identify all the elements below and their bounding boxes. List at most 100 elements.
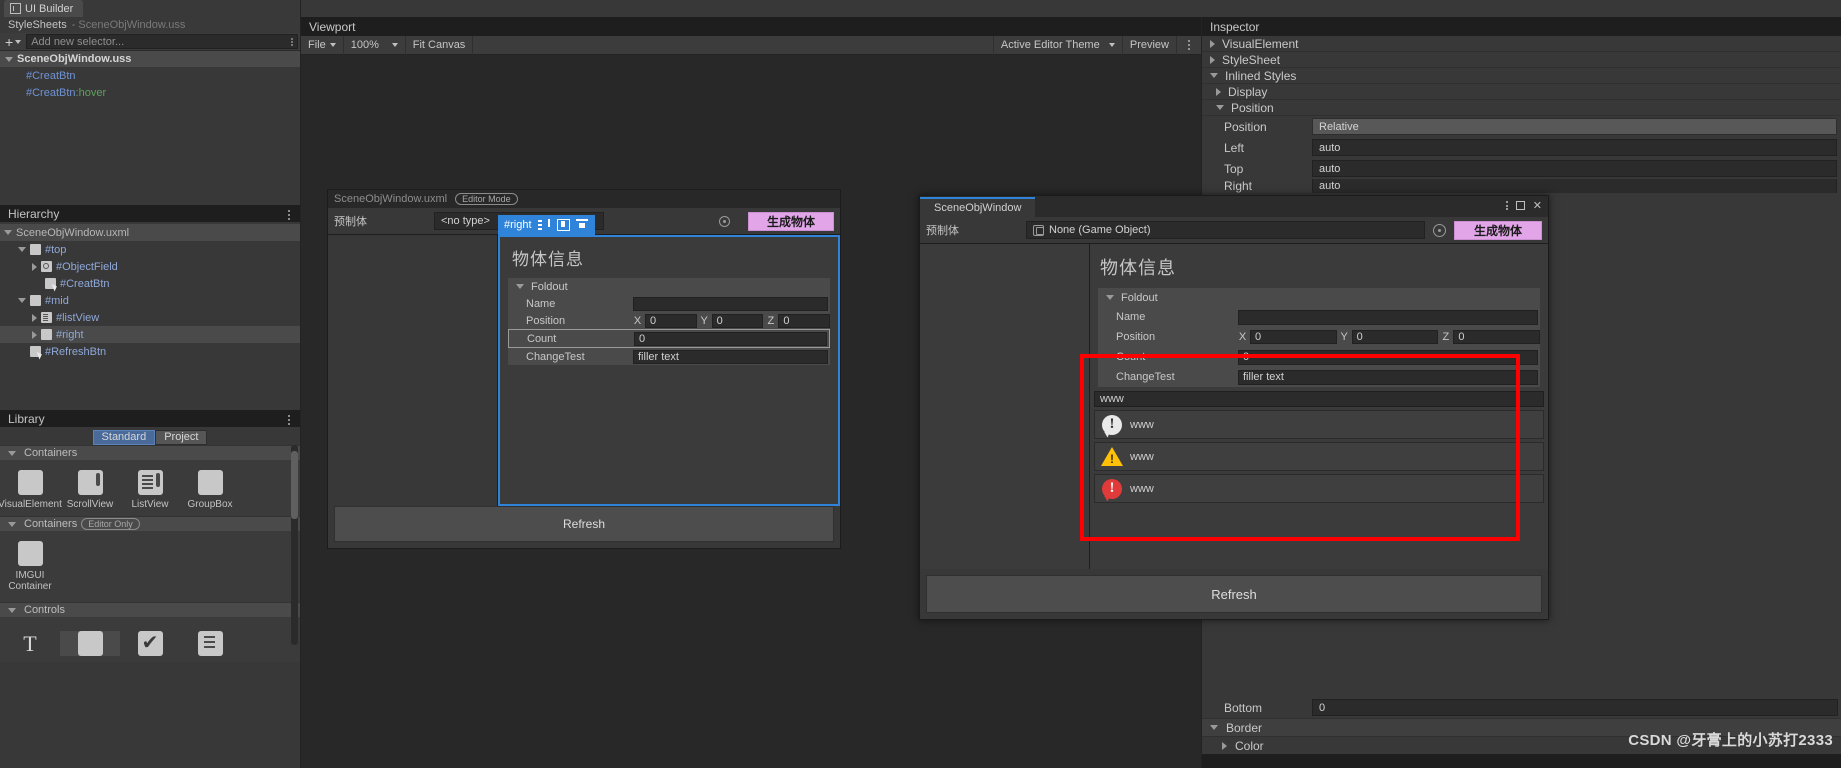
hierarchy-row-listview[interactable]: #listView	[0, 309, 300, 326]
library-item-visualelement[interactable]: VisualElement	[0, 470, 62, 510]
library-item-scrollview[interactable]: ScrollView	[60, 470, 120, 510]
add-new-selector-input[interactable]: Add new selector...	[26, 34, 298, 49]
object-picker-icon[interactable]	[719, 215, 730, 227]
chevron-down-icon	[15, 39, 22, 44]
canvas-count-input[interactable]: 0	[634, 331, 827, 346]
maximize-icon[interactable]	[1515, 201, 1525, 210]
chevron-down-icon[interactable]	[4, 230, 12, 235]
list-view-icon	[137, 470, 163, 495]
stylesheet-root-row[interactable]: SceneObjWindow.uss	[0, 51, 300, 67]
game-object-icon	[1033, 224, 1044, 236]
inspector-prop-top-input[interactable]: auto	[1312, 160, 1837, 177]
library-item-button[interactable]	[60, 631, 120, 656]
canvas-row-changetest: ChangeTest filler text	[508, 348, 830, 365]
inspector-section-stylesheet[interactable]: StyleSheet	[1202, 52, 1841, 68]
hierarchy-row-objectfield[interactable]: #ObjectField	[0, 258, 300, 275]
close-icon[interactable]: ✕	[1533, 199, 1542, 212]
add-stylesheet-button[interactable]: +	[2, 34, 24, 49]
inspector-section-visualelement[interactable]: VisualElement	[1202, 36, 1841, 52]
align-icon[interactable]	[556, 219, 570, 231]
canvas-foldout-label: Foldout	[531, 280, 568, 293]
sceneobj-position-x-input[interactable]: 0	[1250, 330, 1337, 344]
sceneobj-refresh-label: Refresh	[1211, 586, 1257, 602]
sceneobj-changetest-input[interactable]: filler text	[1238, 369, 1538, 385]
library-item-listview[interactable]: ListView	[120, 470, 180, 510]
canvas-body: #right 物体信息 Foldout Name Position X 0 Y …	[328, 215, 840, 506]
sceneobj-foldout-header[interactable]: Foldout	[1098, 288, 1540, 307]
canvas-changetest-input[interactable]: filler text	[633, 349, 828, 364]
sceneobj-generate-label: 生成物体	[1473, 223, 1522, 238]
theme-dropdown[interactable]: Active Editor Theme	[992, 35, 1123, 55]
viewport-menu-icon[interactable]	[1177, 36, 1201, 55]
sceneobj-refresh-button[interactable]: Refresh	[926, 575, 1542, 613]
sceneobj-object-field[interactable]: None (Game Object)	[1026, 221, 1425, 239]
hierarchy-row-mid[interactable]: #mid	[0, 292, 300, 309]
chevron-right-icon	[1210, 39, 1215, 48]
object-picker-icon[interactable]	[1433, 223, 1446, 237]
canvas-right-container[interactable]: #right 物体信息 Foldout Name Position X 0 Y …	[498, 215, 840, 506]
sceneobj-name-input[interactable]	[1238, 309, 1538, 325]
inspector-prop-right-input[interactable]: auto	[1312, 179, 1837, 193]
helpbox-plain-field[interactable]: www	[1094, 391, 1544, 407]
inspector-section-display[interactable]: Display	[1202, 84, 1841, 100]
sceneobj-right-container: 物体信息 Foldout Name Position X 0 Y 0 Z 0 C…	[1090, 244, 1548, 569]
library-section-controls[interactable]: Controls	[0, 602, 300, 617]
canvas-refresh-button[interactable]: Refresh	[334, 506, 834, 542]
preview-button[interactable]: Preview	[1123, 35, 1177, 55]
justify-icon[interactable]	[575, 219, 589, 231]
flex-direction-icon[interactable]	[537, 219, 551, 231]
library-item-groupbox[interactable]: GroupBox	[180, 470, 240, 510]
sceneobj-listview-area[interactable]	[920, 244, 1090, 569]
hierarchy-row-top[interactable]: #top	[0, 241, 300, 258]
inspector-section-inlined-styles[interactable]: Inlined Styles	[1202, 68, 1841, 84]
chevron-right-icon[interactable]	[32, 313, 37, 322]
library-menu-icon[interactable]	[284, 413, 294, 427]
fit-canvas-button[interactable]: Fit Canvas	[406, 35, 474, 55]
zoom-level-dropdown[interactable]: 100%	[344, 35, 406, 55]
inspector-section-position[interactable]: Position	[1202, 100, 1841, 116]
library-scrollbar[interactable]	[291, 445, 298, 645]
canvas-generate-button[interactable]: 生成物体	[748, 211, 834, 231]
chevron-right-icon[interactable]	[32, 262, 37, 271]
selector-options-icon[interactable]	[291, 37, 293, 46]
inspector-prop-left-input[interactable]: auto	[1312, 139, 1837, 156]
hierarchy-row-creatbtn[interactable]: #CreatBtn	[0, 275, 300, 292]
selected-element-badge: #right	[498, 215, 595, 235]
library-item-imgui-container[interactable]: IMGUI Container	[0, 541, 60, 592]
hierarchy-row-root[interactable]: SceneObjWindow.uxml	[0, 224, 300, 241]
chevron-right-icon[interactable]	[32, 330, 37, 339]
sceneobj-row-count: Count 0	[1098, 347, 1540, 367]
tab-project[interactable]: Project	[155, 429, 208, 445]
library-item-label[interactable]: T	[0, 631, 60, 656]
chevron-down-icon[interactable]	[18, 247, 26, 252]
library-section-containers-editor[interactable]: Containers Editor Only	[0, 516, 300, 531]
sceneobj-position-z-input[interactable]: 0	[1453, 330, 1541, 344]
viewport-header: Viewport	[301, 17, 1201, 36]
library-section-containers[interactable]: Containers	[0, 445, 300, 460]
chevron-down-icon[interactable]	[18, 298, 26, 303]
canvas-foldout-header[interactable]: Foldout	[508, 278, 830, 295]
hierarchy-row-refreshbtn[interactable]: #RefreshBtn	[0, 343, 300, 360]
hierarchy-menu-icon[interactable]	[284, 208, 294, 222]
canvas-listview-area[interactable]	[328, 235, 498, 506]
tab-standard[interactable]: Standard	[92, 429, 156, 445]
sceneobj-count-input[interactable]: 0	[1238, 349, 1538, 365]
inspector-prop-position-dropdown[interactable]: Relative	[1312, 118, 1837, 135]
tab-sceneobjwindow[interactable]: SceneObjWindow	[920, 197, 1036, 217]
library-item-dropdown[interactable]	[180, 631, 240, 656]
library-item-toggle[interactable]: ✔	[120, 631, 180, 656]
selector-row-creatbtn-hover[interactable]: #CreatBtn:hover	[0, 84, 300, 101]
window-menu-icon[interactable]	[1505, 201, 1508, 210]
file-menu-button[interactable]: File	[301, 35, 344, 55]
canvas-position-y-input[interactable]: 0	[711, 313, 764, 328]
canvas-name-input[interactable]	[633, 296, 828, 311]
tab-ui-builder[interactable]: UI Builder	[4, 0, 84, 17]
canvas-position-z-input[interactable]: 0	[778, 313, 831, 328]
hierarchy-row-right[interactable]: #right	[0, 326, 300, 343]
selector-row-creatbtn[interactable]: #CreatBtn	[0, 67, 300, 84]
sceneobj-position-y-input[interactable]: 0	[1351, 330, 1439, 344]
inspector-prop-bottom-input[interactable]: 0	[1312, 699, 1838, 716]
sceneobj-generate-button[interactable]: 生成物体	[1454, 220, 1542, 240]
canvas-position-label: Position	[526, 314, 566, 327]
canvas-position-x-input[interactable]: 0	[645, 313, 697, 328]
